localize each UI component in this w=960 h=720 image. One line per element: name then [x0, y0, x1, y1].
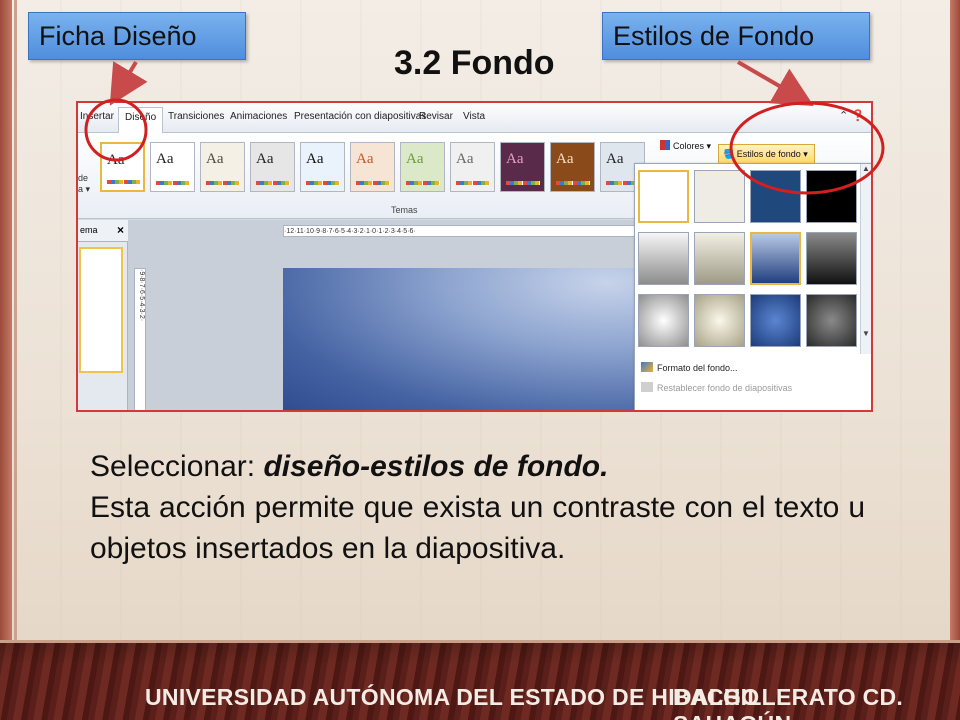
explanation-paragraph: Esta acción permite que exista un contra… — [90, 491, 865, 565]
ribbon-tab-bar: Insertar Diseño Transiciones Animaciones… — [78, 103, 871, 134]
scroll-up-icon[interactable]: ▲ — [861, 164, 871, 173]
slide-body-text: Seleccionar: diseño-estilos de fondo. Es… — [90, 446, 865, 569]
background-style-swatch[interactable] — [806, 232, 857, 285]
vertical-ruler: ·9·8·7·6·5·4·3·2· — [134, 268, 146, 410]
background-style-swatch[interactable] — [694, 232, 745, 285]
slide-title: 3.2 Fondo — [394, 44, 555, 82]
background-style-swatch[interactable] — [806, 170, 857, 223]
callout-ficha-diseno: Ficha Diseño — [28, 12, 246, 60]
tab-insertar[interactable]: Insertar — [80, 111, 114, 122]
left-decorative-line — [14, 0, 17, 640]
themes-group-label: Temas — [391, 205, 418, 215]
tab-animaciones[interactable]: Animaciones — [230, 111, 287, 122]
theme-thumbnail[interactable]: Aa — [150, 142, 195, 192]
theme-thumbnail[interactable]: Aa — [400, 142, 445, 192]
left-decorative-stripe — [0, 0, 12, 640]
instruction-line: Seleccionar: diseño-estilos de fondo. — [90, 450, 609, 483]
background-style-swatch[interactable] — [750, 294, 801, 347]
footer-school: BACHILLERATO CD. SAHAGÚN — [673, 684, 904, 720]
ribbon-left-cut-label: de a ▾ — [78, 173, 91, 194]
background-style-swatch[interactable] — [750, 232, 801, 285]
menu-restablecer-fondo[interactable]: Restablecer fondo de diapositivas — [641, 382, 792, 393]
background-style-swatch[interactable] — [638, 170, 689, 223]
colors-button[interactable]: Colores ▾ — [660, 140, 711, 152]
tab-diseno[interactable]: Diseño — [118, 107, 164, 134]
theme-thumbnail[interactable]: Aa — [350, 142, 395, 192]
footer-university: UNIVERSIDAD AUTÓNOMA DEL ESTADO DE HIDAL… — [145, 684, 760, 710]
tab-presentacion[interactable]: Presentación con diapositivas — [294, 111, 426, 122]
theme-thumbnail[interactable]: Aa — [300, 142, 345, 192]
background-style-swatch[interactable] — [638, 294, 689, 347]
theme-thumbnail[interactable]: Aa — [450, 142, 495, 192]
scroll-down-icon[interactable]: ▼ — [861, 329, 871, 338]
slides-pane: ema × — [78, 220, 128, 410]
help-icon[interactable]: ⌃ ❓ — [839, 109, 865, 122]
theme-thumbnail[interactable]: Aa — [550, 142, 595, 192]
theme-thumbnail[interactable]: Aa — [200, 142, 245, 192]
horizontal-ruler: ·12·11·10·9·8·7·6·5·4·3·2·1·0·1·2·3·4·5·… — [283, 225, 635, 237]
tab-vista[interactable]: Vista — [463, 111, 485, 122]
tab-transiciones[interactable]: Transiciones — [168, 111, 224, 122]
gallery-scrollbar[interactable]: ▲ ▼ — [860, 164, 871, 354]
format-background-icon — [641, 362, 653, 372]
estilos-de-fondo-button[interactable]: 🪣 Estilos de fondo ▾ — [718, 144, 815, 164]
paint-bucket-icon: 🪣 — [723, 149, 735, 159]
background-style-swatch[interactable] — [750, 170, 801, 223]
background-style-swatch[interactable] — [638, 232, 689, 285]
theme-thumbnail[interactable]: Aa — [250, 142, 295, 192]
right-decorative-stripe — [950, 0, 960, 640]
background-styles-dropdown: ▲ ▼ Formato del fondo... Restablecer fon… — [634, 163, 871, 410]
tab-revisar[interactable]: Revisar — [419, 111, 453, 122]
powerpoint-screenshot: Insertar Diseño Transiciones Animaciones… — [76, 101, 873, 412]
close-icon[interactable]: × — [117, 223, 124, 237]
slide-thumbnail[interactable] — [79, 247, 123, 373]
background-style-swatch[interactable] — [694, 170, 745, 223]
colors-icon — [660, 140, 670, 150]
slide-canvas[interactable] — [283, 268, 643, 410]
callout-estilos-de-fondo: Estilos de Fondo — [602, 12, 870, 60]
theme-thumbnail[interactable]: Aa — [100, 142, 145, 192]
reset-background-icon — [641, 382, 653, 392]
menu-formato-del-fondo[interactable]: Formato del fondo... — [641, 362, 738, 373]
theme-thumbnail[interactable]: Aa — [500, 142, 545, 192]
background-style-swatch[interactable] — [806, 294, 857, 347]
background-style-swatch[interactable] — [694, 294, 745, 347]
